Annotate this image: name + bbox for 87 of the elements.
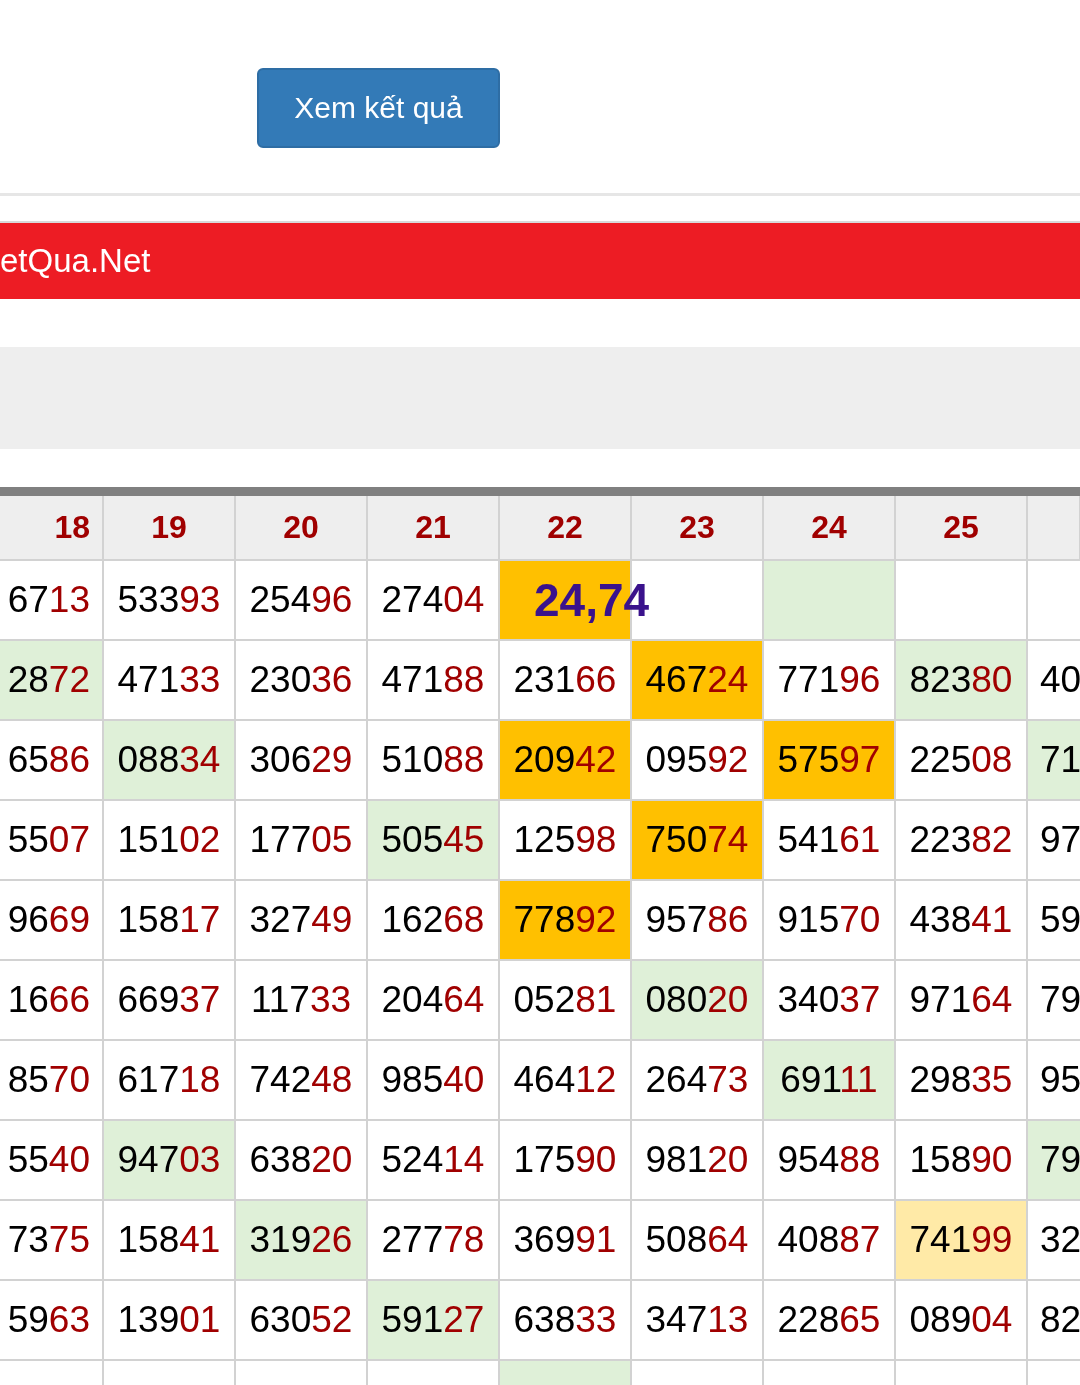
lottery-number: 32749 xyxy=(249,899,353,940)
lottery-number: 61718 xyxy=(117,1059,221,1100)
lottery-number: 77196 xyxy=(777,659,881,700)
lottery-number: 05281 xyxy=(513,979,617,1020)
lottery-number: 51088 xyxy=(381,739,485,780)
lottery-number: 43841 xyxy=(909,899,1013,940)
lottery-number: 98540 xyxy=(381,1059,485,1100)
lottery-number: 12598 xyxy=(513,819,617,860)
lottery-number: 5507 xyxy=(7,819,90,860)
lottery-number: 5963 xyxy=(7,1299,90,1340)
lottery-number: 08834 xyxy=(117,739,221,780)
lottery-number: 22865 xyxy=(777,1299,881,1340)
lottery-number: 1666 xyxy=(7,979,90,1020)
lottery-number: 98120 xyxy=(645,1139,749,1180)
lottery-number: 75074 xyxy=(645,819,749,860)
lottery-number: 34713 xyxy=(645,1299,749,1340)
lottery-number: 47188 xyxy=(381,659,485,700)
lottery-number: 47133 xyxy=(117,659,221,700)
lottery-number: 79 xyxy=(1040,979,1080,1020)
lottery-number: 74248 xyxy=(249,1059,353,1100)
lottery-number: 91570 xyxy=(777,899,881,940)
lottery-number: 53393 xyxy=(117,579,221,620)
lottery-number: 82380 xyxy=(909,659,1013,700)
lottery-number: 71 xyxy=(1040,739,1080,780)
lottery-number: 8570 xyxy=(7,1059,90,1100)
lottery-number: 31926 xyxy=(249,1219,353,1260)
banner-title: etQua.Net xyxy=(0,242,151,280)
lottery-number: 27778 xyxy=(381,1219,485,1260)
lottery-number: 6586 xyxy=(7,739,90,780)
lottery-number: 74199 xyxy=(909,1219,1013,1260)
lottery-number: 30629 xyxy=(249,739,353,780)
lottery-number: 2872 xyxy=(7,659,90,700)
lottery-number: 29835 xyxy=(909,1059,1013,1100)
lottery-number: 15817 xyxy=(117,899,221,940)
lottery-number: 22382 xyxy=(909,819,1013,860)
lottery-number: 79 xyxy=(1040,1139,1080,1180)
lottery-number: 7375 xyxy=(7,1219,90,1260)
lottery-number: 20464 xyxy=(381,979,485,1020)
lottery-number: 94703 xyxy=(117,1139,221,1180)
lottery-number: 46724 xyxy=(645,659,749,700)
lottery-number: 40 xyxy=(1040,659,1080,700)
lottery-number: 13901 xyxy=(117,1299,221,1340)
lottery-number: 82 xyxy=(1040,1299,1080,1340)
lottery-number: 40887 xyxy=(777,1219,881,1260)
lottery-number: 97 xyxy=(1040,819,1080,860)
lottery-number: 17590 xyxy=(513,1139,617,1180)
lottery-number: 9669 xyxy=(7,899,90,940)
lottery-number: 25496 xyxy=(249,579,353,620)
lottery-number: 52414 xyxy=(381,1139,485,1180)
lottery-number: 23166 xyxy=(513,659,617,700)
lottery-number: 17705 xyxy=(249,819,353,860)
lottery-number: 26473 xyxy=(645,1059,749,1100)
lottery-number: 63833 xyxy=(513,1299,617,1340)
lottery-number: 50864 xyxy=(645,1219,749,1260)
lottery-number: 34037 xyxy=(777,979,881,1020)
lottery-number: 46412 xyxy=(513,1059,617,1100)
lottery-number: 95488 xyxy=(777,1139,881,1180)
lottery-number: 66937 xyxy=(117,979,221,1020)
view-results-button[interactable]: Xem kết quả xyxy=(257,68,500,148)
lottery-number: 36991 xyxy=(513,1219,617,1260)
lottery-number: 32 xyxy=(1040,1219,1080,1260)
lottery-number: 63820 xyxy=(249,1139,353,1180)
lottery-number: 59 xyxy=(1040,899,1080,940)
lottery-number: 09592 xyxy=(645,739,749,780)
lottery-number: 97164 xyxy=(909,979,1013,1020)
lottery-number: 95 xyxy=(1040,1059,1080,1100)
lottery-number: 54161 xyxy=(777,819,881,860)
lottery-number: 95786 xyxy=(645,899,749,940)
lottery-number: 63052 xyxy=(249,1299,353,1340)
lottery-number: 15102 xyxy=(117,819,221,860)
lottery-number: 57597 xyxy=(777,739,881,780)
lottery-number: 50545 xyxy=(381,819,485,860)
lottery-number: 6713 xyxy=(7,579,90,620)
lottery-number: 22508 xyxy=(909,739,1013,780)
lottery-number: 59127 xyxy=(381,1299,485,1340)
lottery-number: 08904 xyxy=(909,1299,1013,1340)
lottery-number: 23036 xyxy=(249,659,353,700)
lottery-number: 11733 xyxy=(250,979,352,1020)
lottery-number: 08020 xyxy=(645,979,749,1020)
lottery-number: 15890 xyxy=(909,1139,1013,1180)
lottery-number: 69111 xyxy=(780,1059,878,1100)
lottery-number: 20942 xyxy=(513,739,617,780)
lottery-number: 16268 xyxy=(381,899,485,940)
lottery-number: 15841 xyxy=(117,1219,221,1260)
lottery-number: 27404 xyxy=(381,579,485,620)
lottery-number: 5540 xyxy=(7,1139,90,1180)
lottery-number: 77892 xyxy=(513,899,617,940)
